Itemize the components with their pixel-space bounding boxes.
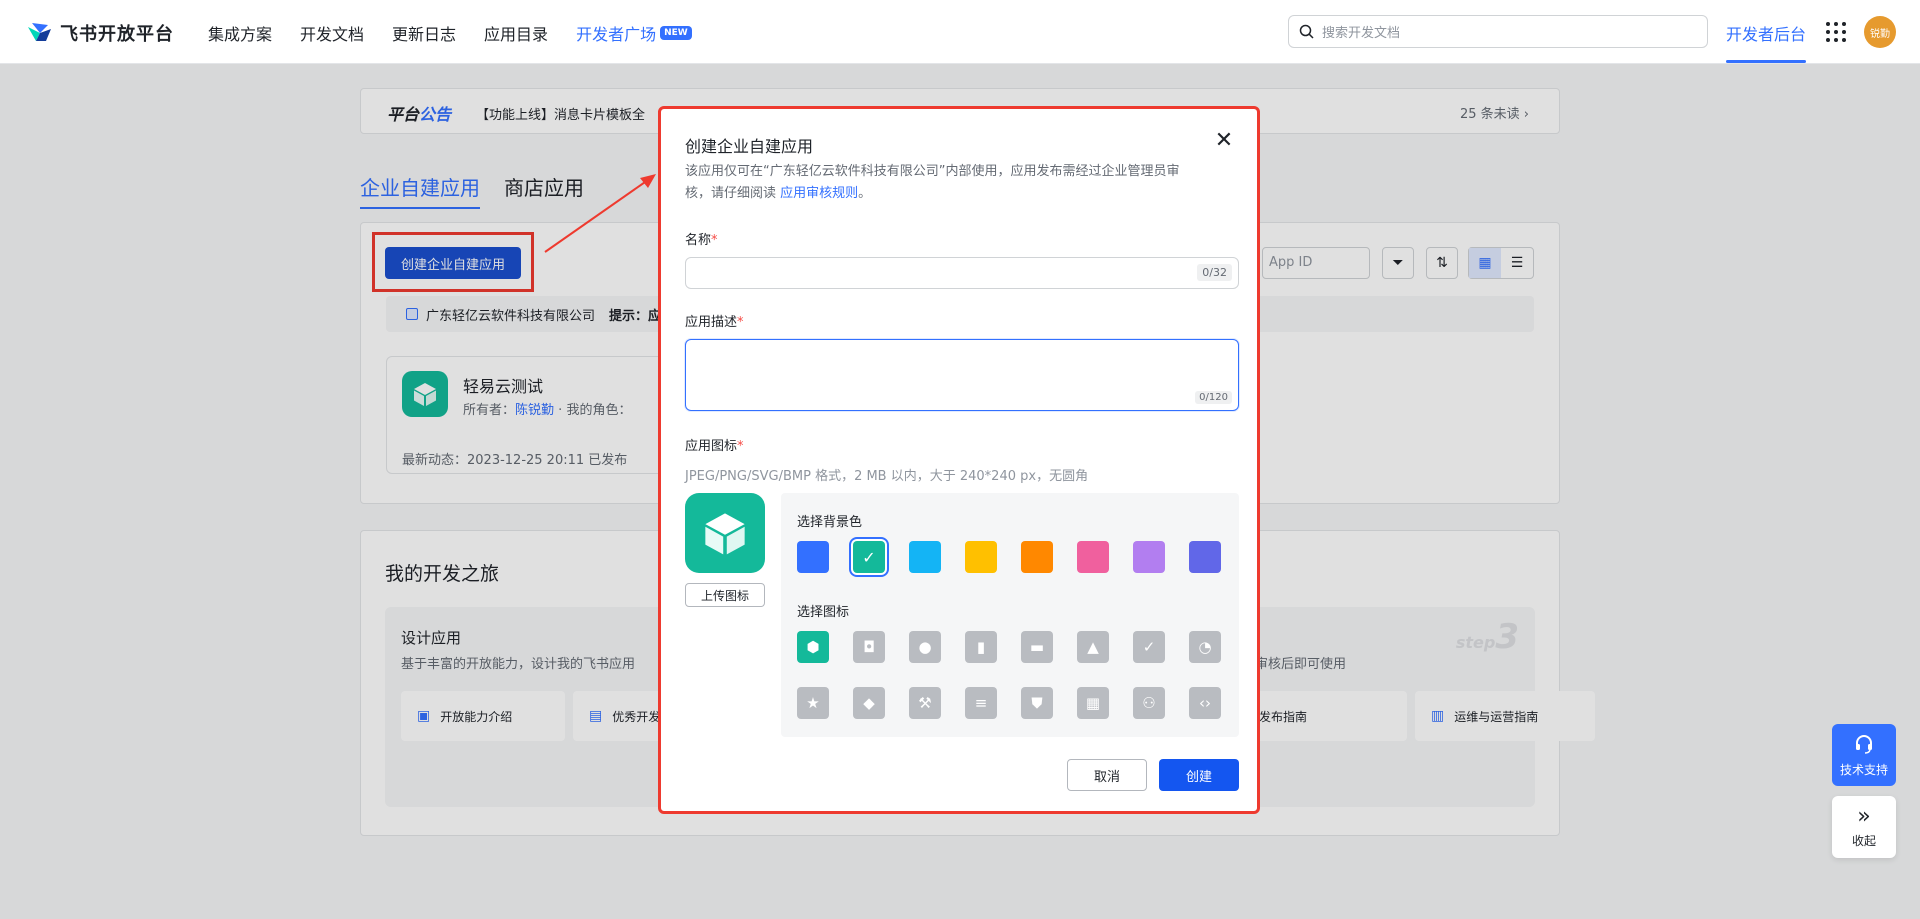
search-icon	[1299, 24, 1314, 39]
icon-preview	[685, 493, 765, 573]
app-name-input[interactable]: 0/32	[685, 257, 1239, 289]
icon-option[interactable]: ●	[909, 631, 941, 663]
dialog-description: 该应用仅可在“广东轻亿云软件科技有限公司”内部使用，应用发布需经过企业管理员审核…	[685, 164, 1180, 201]
shield-check-icon: ⛊	[1031, 694, 1043, 712]
pie-chart-icon: ◔	[1198, 638, 1212, 656]
main-nav: 集成方案 开发文档 更新日志 应用目录 开发者广场 NEW	[208, 21, 692, 45]
icon-option[interactable]: ▬	[1021, 631, 1053, 663]
icon-option[interactable]: ◆	[853, 687, 885, 719]
bg-color-swatch[interactable]: ✓	[853, 541, 885, 573]
document-icon: ≡	[974, 694, 988, 712]
nav-integration[interactable]: 集成方案	[208, 21, 272, 45]
icon-option[interactable]: ⚇	[1133, 687, 1165, 719]
name-label: 名称*	[685, 233, 718, 248]
tech-support-label: 技术支持	[1839, 762, 1888, 777]
name-counter: 0/32	[1197, 264, 1232, 281]
book-icon: ▮	[976, 638, 986, 656]
wrench-icon: ⚒	[918, 694, 932, 712]
check-icon: ✓	[862, 547, 876, 567]
icon-option[interactable]: ≡	[965, 687, 997, 719]
collapse-button[interactable]: » 收起	[1832, 796, 1896, 858]
bg-color-swatch[interactable]	[909, 541, 941, 573]
bg-color-label: 选择背景色	[797, 515, 863, 530]
create-button[interactable]: 创建	[1159, 759, 1239, 791]
icon-option[interactable]: ★	[797, 687, 829, 719]
icon-option[interactable]: ⛊	[1021, 687, 1053, 719]
tag-icon: ◆	[863, 694, 875, 712]
bg-color-swatch[interactable]	[1021, 541, 1053, 573]
icon-option[interactable]: ▲	[1077, 631, 1109, 663]
icon-option[interactable]: ⬢	[797, 631, 829, 663]
briefcase-icon: ▬	[1029, 638, 1045, 656]
close-icon[interactable]: ✕	[1213, 130, 1235, 153]
nav-changelog[interactable]: 更新日志	[392, 21, 456, 45]
bookmark-check-icon: ✓	[1142, 638, 1156, 656]
app-description-textarea[interactable]: 0/120	[685, 339, 1239, 411]
nav-dev-backend[interactable]: 开发者后台	[1726, 21, 1806, 45]
search-box[interactable]: 搜索开发文档	[1288, 15, 1708, 48]
star-icon: ★	[806, 694, 820, 712]
icon-hint: JPEG/PNG/SVG/BMP 格式，2 MB 以内，大于 240*240 p…	[685, 469, 1089, 484]
icon-option[interactable]: ‹›	[1189, 687, 1221, 719]
cube-icon: ⬢	[806, 638, 820, 656]
cancel-button[interactable]: 取消	[1067, 759, 1147, 791]
nav-dev-square[interactable]: 开发者广场 NEW	[576, 21, 692, 45]
search-placeholder: 搜索开发文档	[1322, 26, 1401, 41]
icon-option[interactable]: ✓	[1133, 631, 1165, 663]
icon-option[interactable]: ▮	[965, 631, 997, 663]
icon-label: 应用图标*	[685, 439, 744, 454]
icon-option[interactable]: ▦	[1077, 687, 1109, 719]
brand-logo[interactable]: 飞书开放平台	[26, 20, 174, 46]
users-icon: ⚇	[1142, 694, 1156, 712]
description-counter: 0/120	[1195, 391, 1232, 404]
upload-icon-button[interactable]: 上传图标	[685, 583, 765, 607]
robot-icon: ◘	[863, 638, 875, 656]
bg-color-swatch[interactable]	[965, 541, 997, 573]
avatar[interactable]: 锐勤	[1864, 16, 1896, 48]
top-navigation-bar: 飞书开放平台 集成方案 开发文档 更新日志 应用目录 开发者广场 NEW 搜索开…	[0, 0, 1920, 64]
bg-color-swatch[interactable]	[797, 541, 829, 573]
app-launcher-icon[interactable]	[1826, 22, 1846, 42]
icon-select-label: 选择图标	[797, 605, 850, 620]
headset-icon	[1856, 734, 1872, 754]
tech-support-button[interactable]: 技术支持	[1832, 724, 1896, 786]
cube-icon	[705, 513, 745, 555]
collapse-label: 收起	[1851, 833, 1876, 848]
dialog-title: 创建企业自建应用	[685, 137, 814, 156]
nav-docs[interactable]: 开发文档	[300, 21, 364, 45]
icon-option[interactable]: ◘	[853, 631, 885, 663]
double-chevron-right-icon: »	[1857, 803, 1871, 829]
layout-icon: ▦	[1085, 694, 1101, 712]
bg-color-swatch[interactable]	[1077, 541, 1109, 573]
code-icon: ‹›	[1199, 694, 1211, 712]
active-nav-indicator	[1726, 60, 1806, 63]
brand-name: 飞书开放平台	[60, 24, 174, 45]
icon-option[interactable]: ◔	[1189, 631, 1221, 663]
feishu-logo-icon	[28, 23, 51, 41]
nav-app-directory[interactable]: 应用目录	[484, 21, 548, 45]
nav-dev-square-label: 开发者广场	[576, 25, 657, 44]
bell-icon: ▲	[1087, 638, 1099, 656]
create-app-dialog: 创建企业自建应用 ✕ 该应用仅可在“广东轻亿云软件科技有限公司”内部使用，应用发…	[658, 106, 1260, 814]
description-label: 应用描述*	[685, 315, 744, 330]
bg-color-swatch[interactable]	[1189, 541, 1221, 573]
new-badge: NEW	[660, 26, 692, 40]
bulb-icon: ●	[918, 638, 932, 656]
review-rules-link[interactable]: 应用审核规则	[780, 186, 858, 201]
icon-option[interactable]: ⚒	[909, 687, 941, 719]
bg-color-swatch[interactable]	[1133, 541, 1165, 573]
icon-picker-panel: 选择背景色 ✓ 选择图标 ⬢ ◘ ● ▮ ▬ ▲ ✓ ◔ ★ ◆ ⚒ ≡ ⛊ ▦ ⚇ ‹›	[781, 493, 1239, 737]
